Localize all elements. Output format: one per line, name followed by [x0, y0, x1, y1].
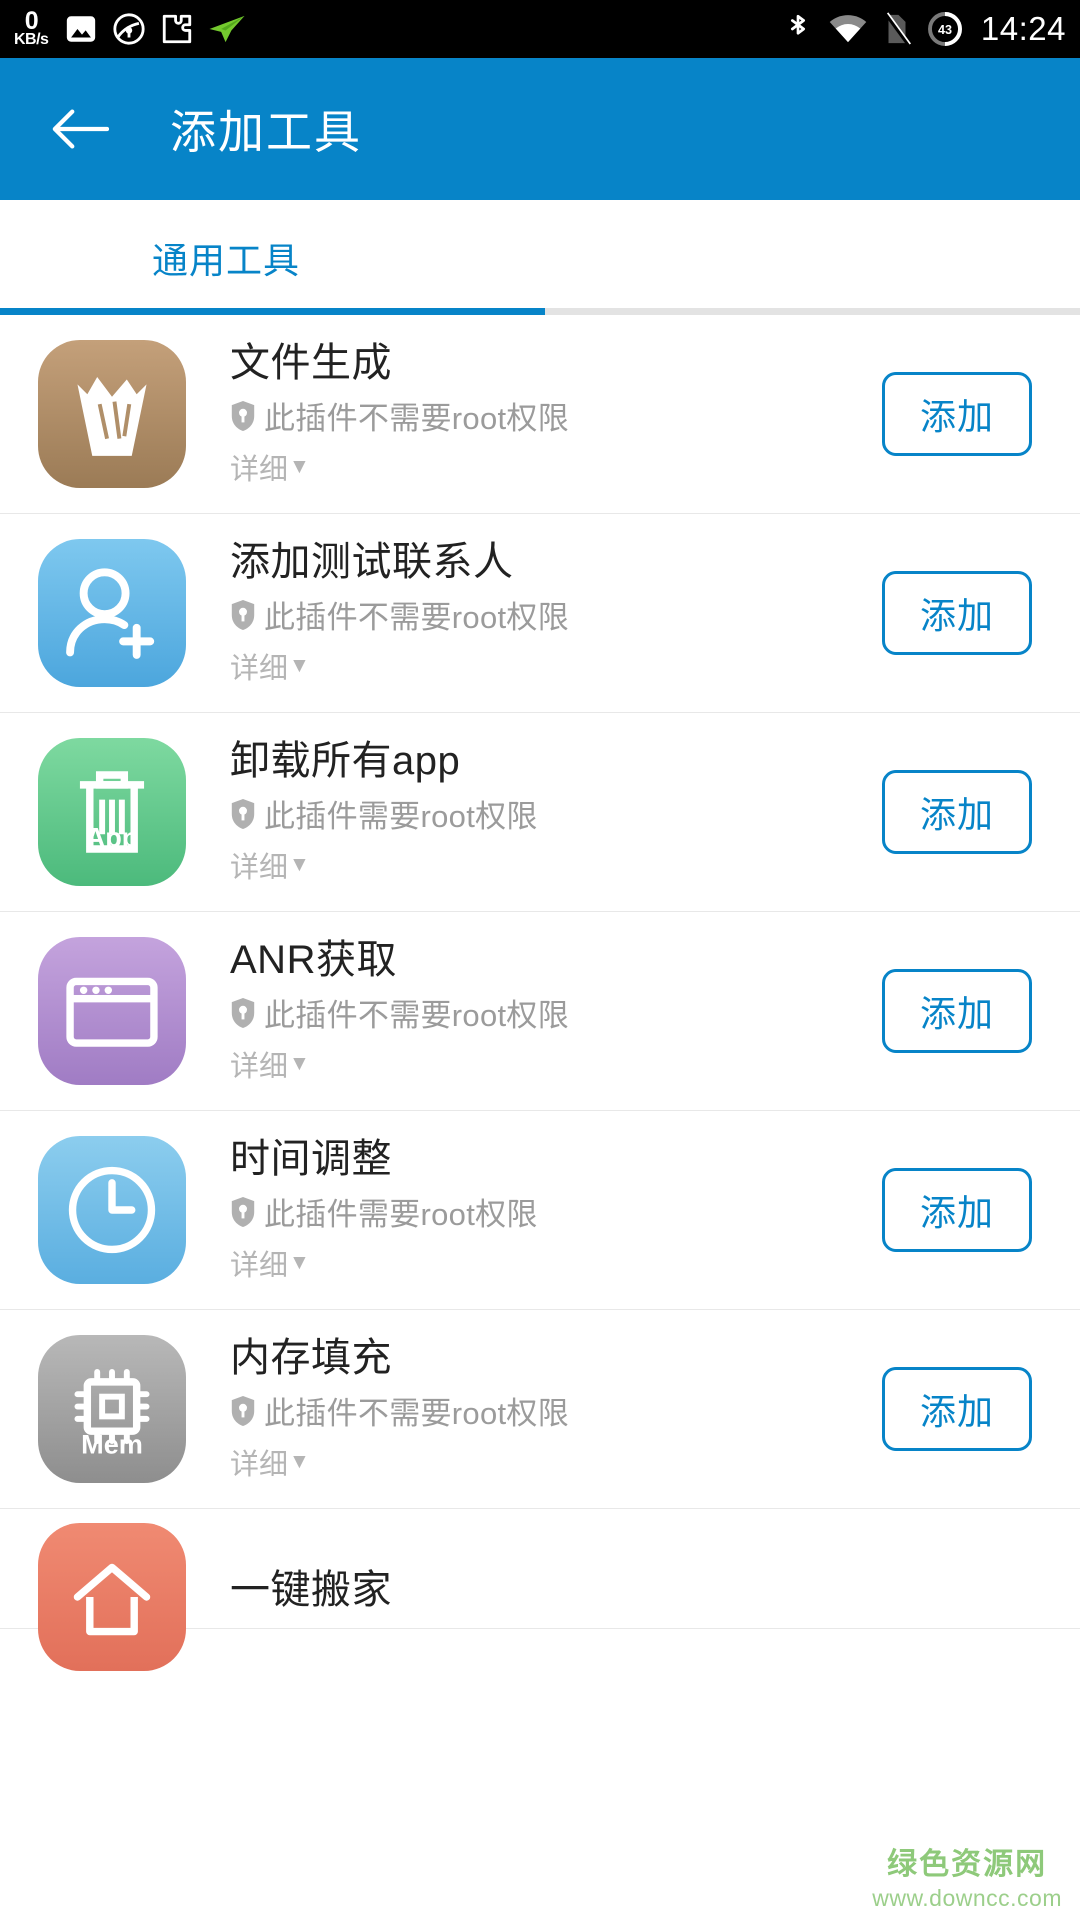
file-generate-icon [38, 340, 186, 488]
table-row[interactable]: Mem 内存填充 此插件不需要root权限 详细 ▼ 添加 [0, 1310, 1080, 1509]
chevron-down-icon: ▼ [289, 654, 310, 678]
tab-indicator [0, 308, 545, 315]
row-detail-label: 详细 [230, 1250, 289, 1283]
watermark: 绿色资源网 www.downcc.com [872, 1839, 1062, 1912]
row-permission-text: 此插件需要root权限 [264, 1197, 538, 1233]
battery-level-text: 43 [938, 23, 952, 37]
row-title: 文件生成 [230, 340, 392, 385]
table-row[interactable]: 添加测试联系人 此插件不需要root权限 详细 ▼ 添加 [0, 514, 1080, 713]
svg-text:App: App [86, 822, 139, 853]
row-body: 卸载所有app 此插件需要root权限 详细 ▼ [186, 738, 882, 886]
row-permission-text: 此插件不需要root权限 [264, 600, 570, 636]
row-permission-text: 此插件不需要root权限 [264, 1396, 570, 1432]
browser-icon [112, 12, 146, 46]
watermark-url: www.downcc.com [872, 1885, 1062, 1911]
row-permission-text: 此插件不需要root权限 [264, 998, 570, 1034]
row-detail-label: 详细 [230, 852, 289, 885]
chevron-down-icon: ▼ [289, 1251, 310, 1275]
table-row[interactable]: ANR获取 此插件不需要root权限 详细 ▼ 添加 [0, 912, 1080, 1111]
row-title: 内存填充 [230, 1335, 392, 1380]
row-body: ANR获取 此插件不需要root权限 详细 ▼ [186, 937, 882, 1085]
row-title: 卸载所有app [230, 738, 461, 783]
row-detail-toggle[interactable]: 详细 ▼ [230, 446, 872, 488]
table-row[interactable]: App 卸载所有app 此插件需要root权限 详细 ▼ 添加 [0, 713, 1080, 912]
table-row[interactable]: 时间调整 此插件需要root权限 详细 ▼ 添加 [0, 1111, 1080, 1310]
tab-bar: 通用工具 [0, 200, 1080, 315]
row-detail-toggle[interactable]: 详细 ▼ [230, 1043, 872, 1085]
status-bar-clock: 14:24 [980, 10, 1066, 47]
network-speed-unit: KB/s [14, 31, 49, 49]
shield-pin-icon [231, 1395, 255, 1426]
wifi-icon [829, 14, 867, 44]
add-button[interactable]: 添加 [882, 1367, 1032, 1451]
battery-icon: 43 [927, 11, 963, 47]
row-permission: 此插件不需要root权限 [230, 990, 872, 1035]
back-arrow-icon [52, 109, 109, 149]
row-detail-toggle[interactable]: 详细 ▼ [230, 645, 872, 687]
back-button[interactable] [48, 97, 112, 161]
row-body: 时间调整 此插件需要root权限 详细 ▼ [186, 1136, 882, 1284]
memory-fill-icon: Mem [38, 1335, 186, 1483]
row-permission: 此插件不需要root权限 [230, 393, 872, 438]
add-button[interactable]: 添加 [882, 770, 1032, 854]
svg-text:Mem: Mem [81, 1428, 143, 1459]
row-detail-toggle[interactable]: 详细 ▼ [230, 1242, 872, 1284]
tool-list: 文件生成 此插件不需要root权限 详细 ▼ 添加 添加测试联系人 此插件不需要… [0, 315, 1080, 1671]
add-contact-icon [38, 539, 186, 687]
row-detail-label: 详细 [230, 653, 289, 686]
row-permission: 此插件不需要root权限 [230, 592, 872, 637]
time-adjust-icon [38, 1136, 186, 1284]
row-detail-toggle[interactable]: 详细 ▼ [230, 1441, 872, 1483]
one-key-move-icon [38, 1522, 186, 1671]
shield-pin-icon [231, 798, 255, 829]
network-speed-value: 0 [24, 7, 39, 36]
row-permission: 此插件需要root权限 [230, 1189, 872, 1234]
shield-pin-icon [231, 1196, 255, 1227]
row-permission: 此插件不需要root权限 [230, 1388, 872, 1433]
watermark-name: 绿色资源网 [887, 1848, 1048, 1881]
row-detail-label: 详细 [230, 1449, 289, 1482]
gallery-icon [64, 12, 98, 46]
shield-pin-icon [231, 400, 255, 431]
status-bar-right-icons: 43 14:24 [783, 10, 1066, 48]
row-body: 文件生成 此插件不需要root权限 详细 ▼ [186, 340, 882, 488]
row-permission-text: 此插件不需要root权限 [264, 401, 570, 437]
page-title: 添加工具 [170, 106, 362, 158]
row-permission-text: 此插件需要root权限 [264, 799, 538, 835]
add-button[interactable]: 添加 [882, 571, 1032, 655]
app-bar: 添加工具 [0, 58, 1080, 200]
bluetooth-icon [783, 12, 813, 46]
table-row[interactable]: 一键搬家 [0, 1509, 1080, 1671]
no-sim-icon [883, 12, 911, 46]
puzzle-icon [160, 12, 194, 46]
row-detail-label: 详细 [230, 1051, 289, 1084]
paperplane-icon [208, 13, 246, 45]
row-detail-label: 详细 [230, 454, 289, 487]
row-title: 添加测试联系人 [230, 539, 514, 584]
row-title: 一键搬家 [230, 1567, 392, 1612]
row-body: 一键搬家 [186, 1567, 1080, 1614]
row-title: 时间调整 [230, 1136, 392, 1181]
shield-pin-icon [231, 599, 255, 630]
uninstall-all-apps-icon: App [38, 738, 186, 886]
row-title: ANR获取 [230, 937, 397, 982]
status-bar: 0 KB/s 43 14:24 [0, 0, 1080, 58]
table-row[interactable]: 文件生成 此插件不需要root权限 详细 ▼ 添加 [0, 315, 1080, 514]
tab-general-tools[interactable]: 通用工具 [0, 232, 300, 284]
add-button[interactable]: 添加 [882, 372, 1032, 456]
network-speed-indicator: 0 KB/s [14, 7, 49, 49]
chevron-down-icon: ▼ [289, 853, 310, 877]
row-detail-toggle[interactable]: 详细 ▼ [230, 844, 872, 886]
chevron-down-icon: ▼ [289, 1052, 310, 1076]
add-button[interactable]: 添加 [882, 1168, 1032, 1252]
row-body: 添加测试联系人 此插件不需要root权限 详细 ▼ [186, 539, 882, 687]
anr-capture-icon [38, 937, 186, 1085]
chevron-down-icon: ▼ [289, 455, 310, 479]
chevron-down-icon: ▼ [289, 1450, 310, 1474]
row-body: 内存填充 此插件不需要root权限 详细 ▼ [186, 1335, 882, 1483]
add-button[interactable]: 添加 [882, 969, 1032, 1053]
row-permission: 此插件需要root权限 [230, 791, 872, 836]
shield-pin-icon [231, 997, 255, 1028]
status-bar-left-icons: 0 KB/s [14, 7, 783, 49]
